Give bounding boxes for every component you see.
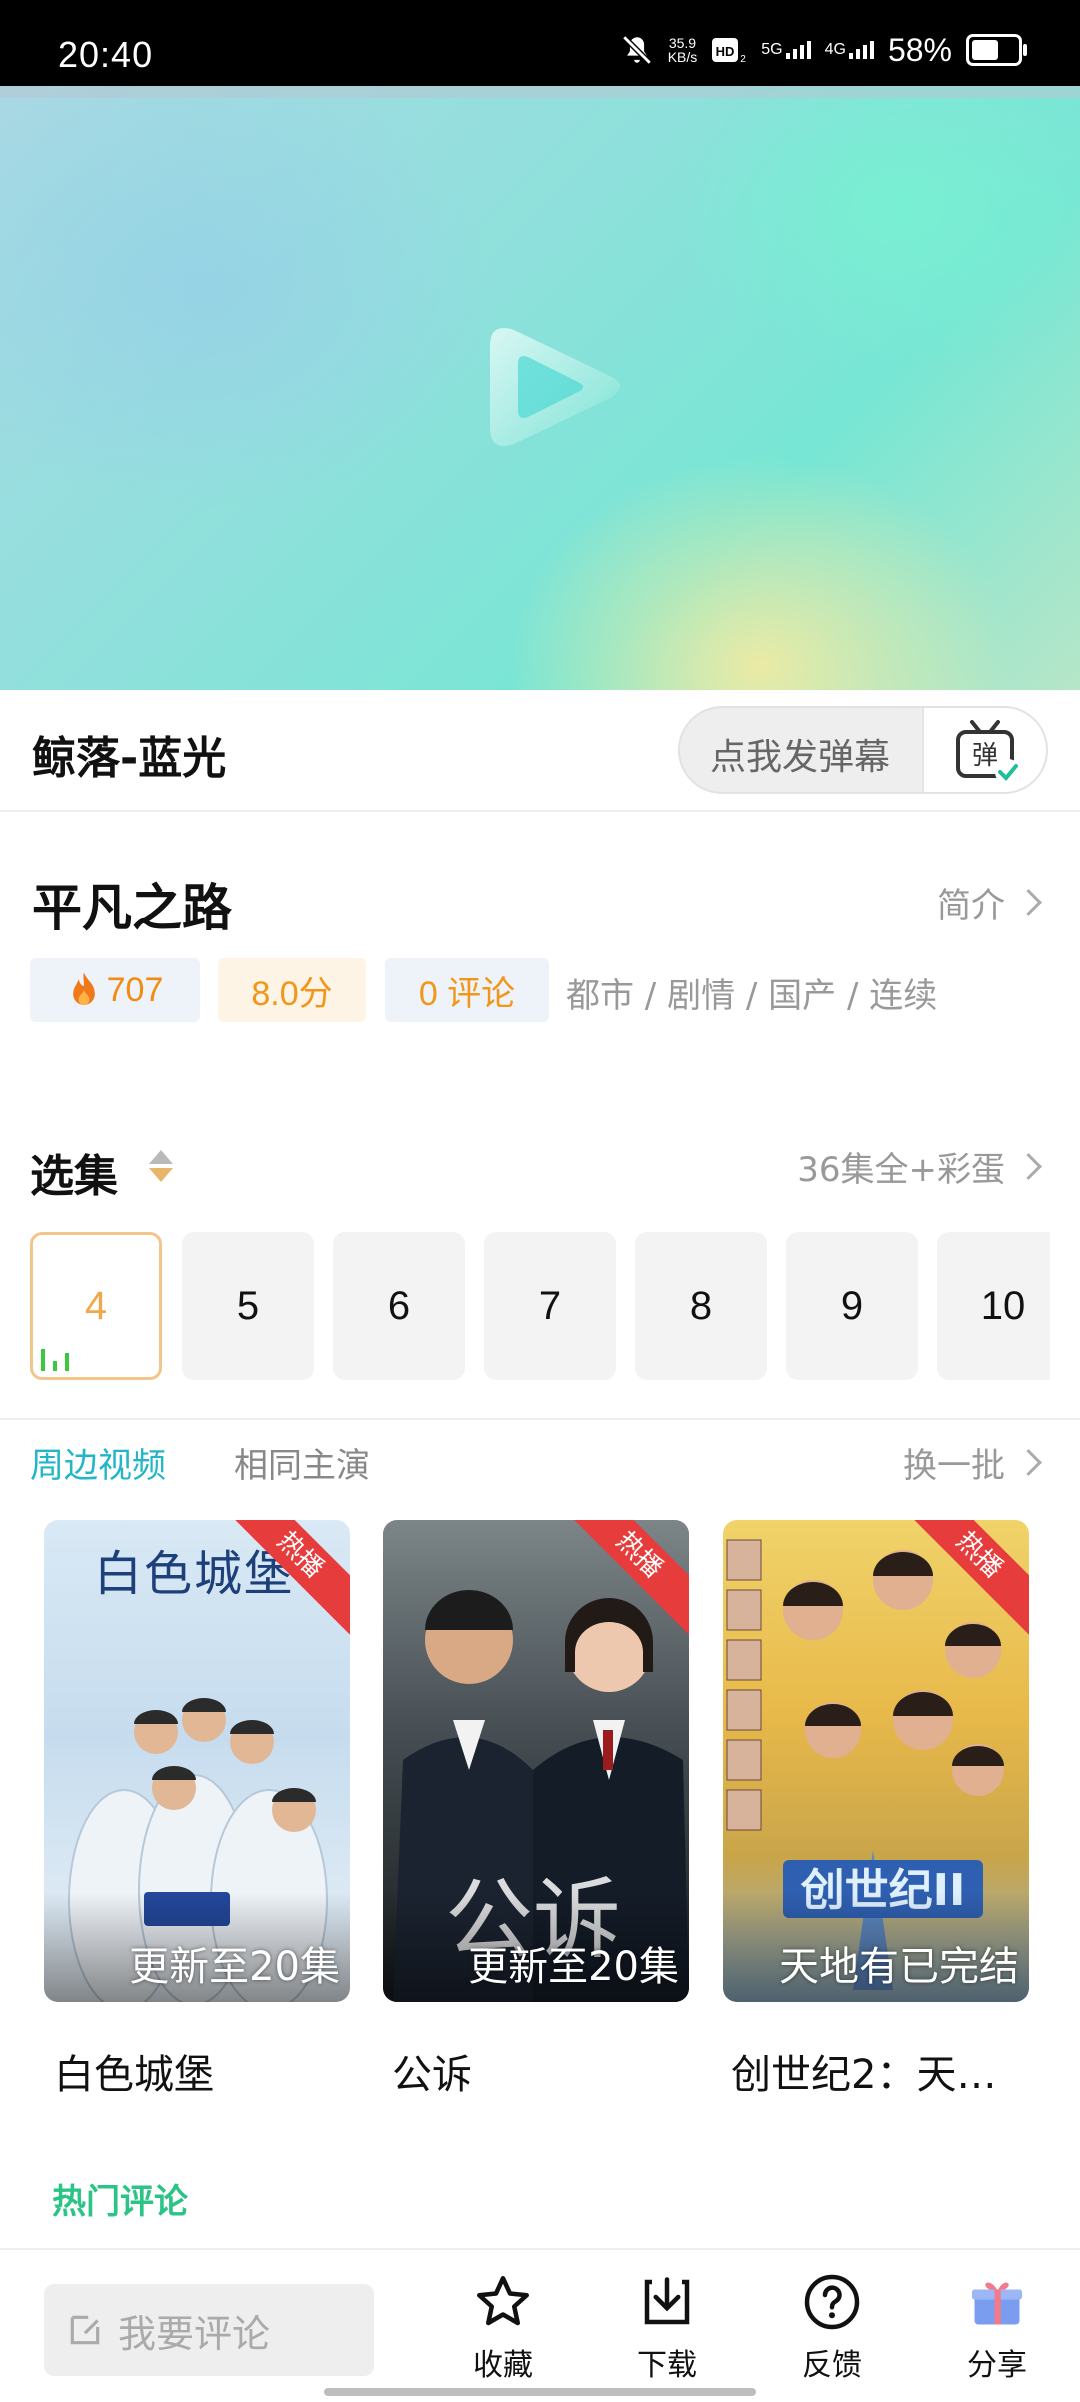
hot-badge: 707 xyxy=(30,958,200,1022)
episodes-title: 选集 xyxy=(30,1151,118,1202)
divider xyxy=(0,810,1080,812)
card-update-status: 更新至20集 xyxy=(468,1944,679,1990)
refresh-batch-link[interactable]: 换一批 xyxy=(903,1438,1042,1487)
episode-item[interactable]: 10 xyxy=(937,1232,1050,1380)
comment-placeholder: 我要评论 xyxy=(118,2311,271,2356)
flame-icon xyxy=(72,972,95,1005)
episode-item[interactable]: 5 xyxy=(182,1232,314,1380)
danmu-tv-icon: 弹 xyxy=(956,720,1021,785)
chevron-right-icon xyxy=(1015,1153,1042,1180)
progress-track xyxy=(0,86,1080,98)
refresh-label: 换一批 xyxy=(903,1446,1005,1486)
chevron-right-icon xyxy=(1015,889,1042,916)
score-badge: 8.0分 xyxy=(218,958,366,1022)
battery-icon xyxy=(966,34,1027,66)
card-title[interactable]: 白色城堡 xyxy=(54,2042,354,2100)
hd-icon: HD 2 xyxy=(712,38,746,65)
share-button[interactable]: 分享 xyxy=(942,2272,1052,2384)
source-title: 鲸落-蓝光 xyxy=(32,733,227,784)
status-bar: 20:40 35.9 KB/s HD 2 5G 4G 58% xyxy=(0,0,1080,86)
intro-link[interactable]: 简介 xyxy=(937,878,1042,927)
intro-label: 简介 xyxy=(937,886,1005,926)
video-card[interactable]: 公诉 热播 更新至20集 xyxy=(383,1520,689,2002)
card-update-status: 更新至20集 xyxy=(129,1944,340,1990)
episode-list[interactable]: 4 5 6 7 8 9 10 xyxy=(30,1232,1050,1382)
video-card[interactable]: 白色城堡 热播 更新至20集 xyxy=(44,1520,350,2002)
danmu-input-button[interactable]: 点我发弹幕 弹 xyxy=(678,706,1048,794)
card-title[interactable]: 公诉 xyxy=(392,2042,692,2100)
chevron-right-icon xyxy=(1015,1449,1042,1476)
download-icon xyxy=(644,2277,690,2325)
genre-tags: 都市 / 剧情 / 国产 / 连续 xyxy=(566,976,938,1016)
network-speed: 35.9 KB/s xyxy=(667,35,698,65)
episode-item[interactable]: 4 xyxy=(30,1232,162,1380)
favorite-button[interactable]: 收藏 xyxy=(448,2272,558,2384)
video-card[interactable]: 创世纪II 热播 天地有已完结 xyxy=(723,1520,1029,2002)
episode-count-link[interactable]: 36集全+彩蛋 xyxy=(797,1142,1042,1191)
danmu-placeholder: 点我发弹幕 xyxy=(710,737,891,778)
signal-5g: 5G xyxy=(761,41,811,59)
episode-item[interactable]: 9 xyxy=(786,1232,918,1380)
danmu-toggle[interactable]: 弹 xyxy=(922,708,1046,792)
bottom-action-bar: 我要评论 收藏 下载 反馈 分享 xyxy=(0,2248,1080,2402)
status-time: 20:40 xyxy=(58,34,154,75)
divider xyxy=(0,1418,1080,1420)
status-icons: 35.9 KB/s HD 2 5G 4G 58% xyxy=(620,30,1027,70)
tab-related-videos[interactable]: 周边视频 xyxy=(30,1438,166,1487)
play-logo-icon[interactable] xyxy=(460,306,640,466)
gift-icon xyxy=(972,2282,1022,2325)
comments-badge[interactable]: 0 评论 xyxy=(385,958,549,1022)
playing-indicator-icon xyxy=(41,1349,69,1371)
video-player[interactable] xyxy=(0,86,1080,690)
signal-4g: 4G xyxy=(825,41,874,59)
sort-icon[interactable] xyxy=(146,1146,176,1186)
episode-item[interactable]: 7 xyxy=(484,1232,616,1380)
help-icon xyxy=(804,2274,860,2330)
edit-icon xyxy=(70,2315,100,2345)
svg-text:HD: HD xyxy=(716,44,735,59)
episode-item[interactable]: 8 xyxy=(635,1232,767,1380)
card-title[interactable]: 创世纪2：天… xyxy=(731,2042,1031,2100)
danmu-icon-char: 弹 xyxy=(972,741,998,771)
card-update-status: 天地有已完结 xyxy=(779,1944,1019,1990)
comment-input[interactable]: 我要评论 xyxy=(44,2284,374,2376)
episode-item[interactable]: 6 xyxy=(333,1232,465,1380)
show-title: 平凡之路 xyxy=(32,879,232,937)
hot-comments-heading: 热门评论 xyxy=(52,2182,188,2222)
star-icon xyxy=(477,2276,529,2326)
tab-same-cast[interactable]: 相同主演 xyxy=(234,1438,370,1487)
home-indicator[interactable] xyxy=(324,2388,756,2396)
mute-icon xyxy=(621,35,652,65)
battery-percent: 58% xyxy=(887,31,952,68)
download-button[interactable]: 下载 xyxy=(612,2272,722,2384)
svg-text:2: 2 xyxy=(740,54,746,65)
feedback-button[interactable]: 反馈 xyxy=(777,2272,887,2384)
episode-count: 36集全+彩蛋 xyxy=(797,1150,1005,1190)
svg-text:白色城堡: 白色城堡 xyxy=(94,1546,294,1602)
